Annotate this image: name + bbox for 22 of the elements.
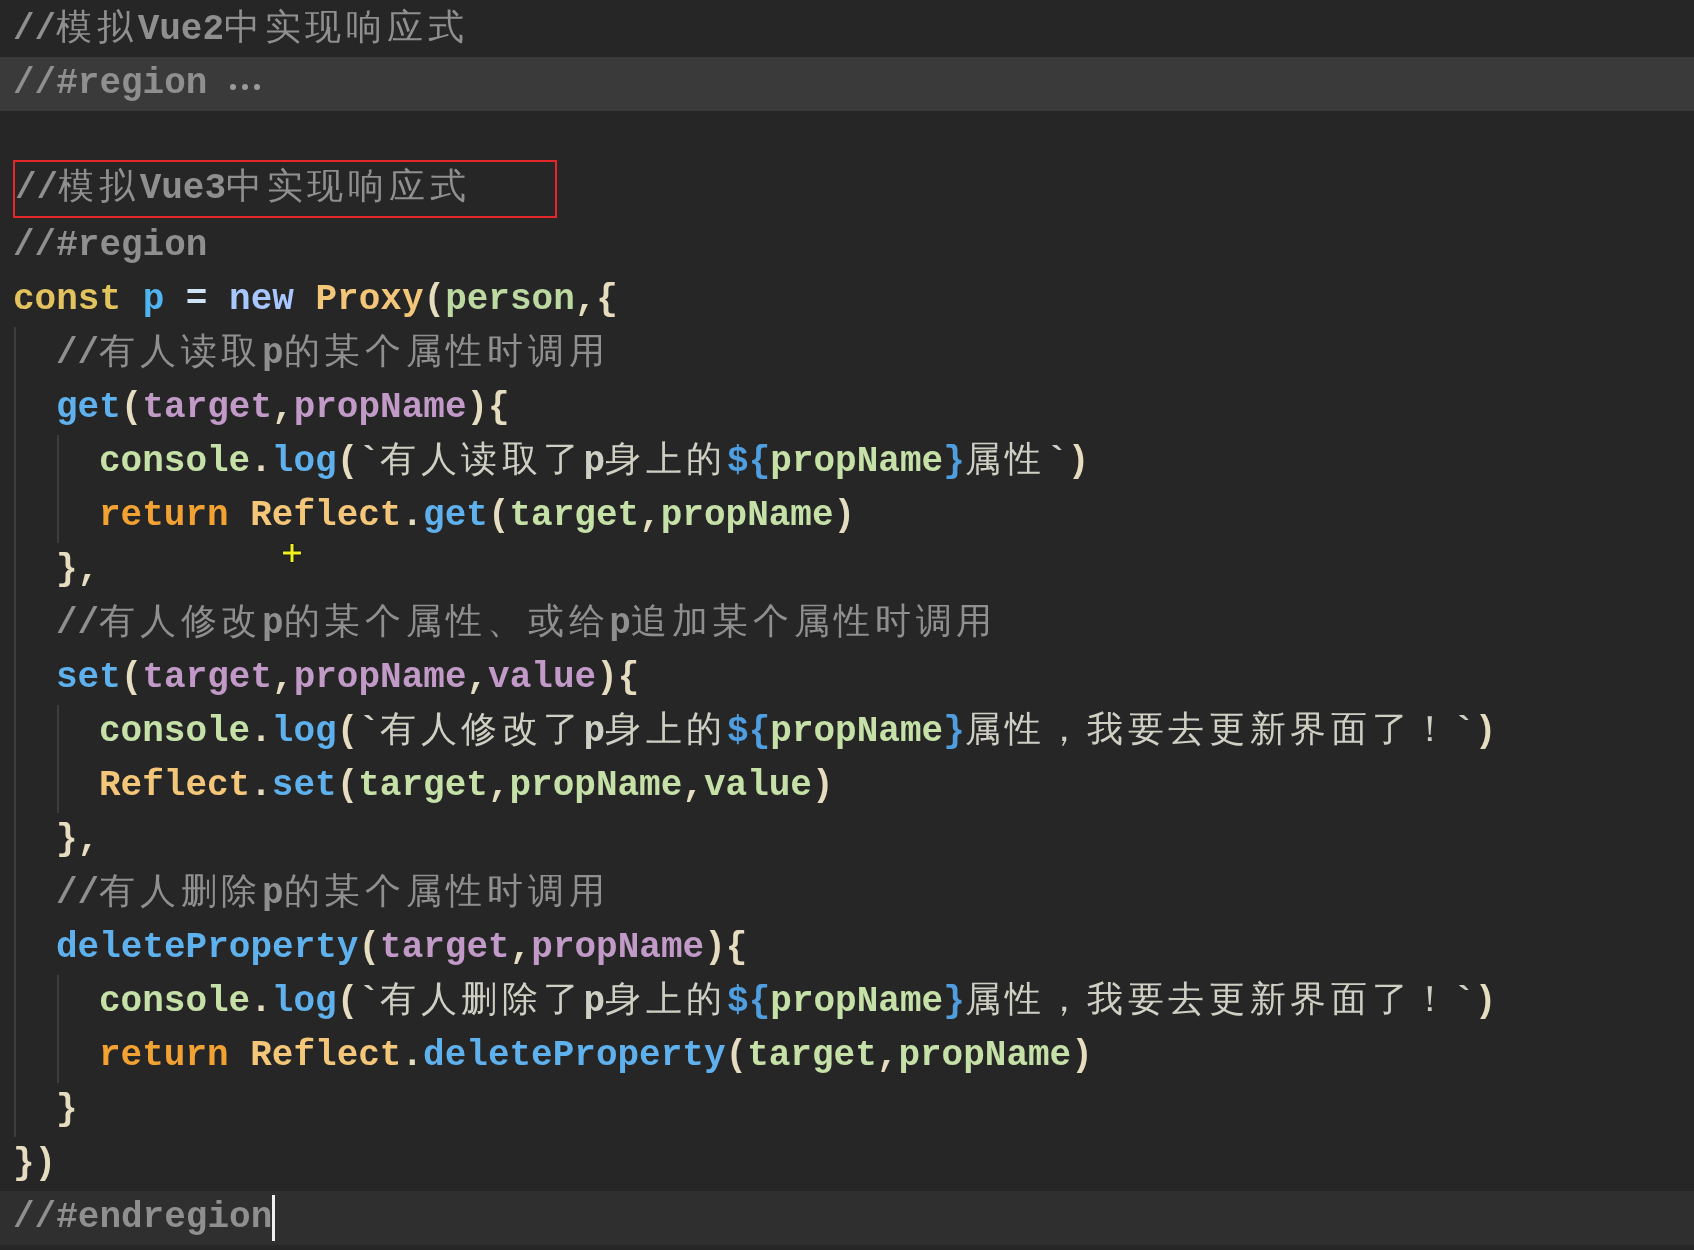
code-comment: //#endregion bbox=[13, 1196, 273, 1240]
code-line: return Reflect.deleteProperty(target,propName) bbox=[99, 1034, 1093, 1078]
code-line: Reflect.set(target,propName,value) bbox=[99, 764, 834, 808]
code-line: }) bbox=[13, 1142, 57, 1186]
code-comment: //有人修改p的某个属性、或给p追加某个属性时调用 bbox=[56, 602, 998, 646]
code-comment: //模拟Vue3中实现响应式 bbox=[15, 166, 471, 211]
code-line: get(target,propName){ bbox=[56, 386, 510, 430]
code-line: }, bbox=[56, 818, 100, 862]
crosshair-cursor-icon bbox=[280, 541, 304, 565]
ellipsis-icon[interactable] bbox=[229, 83, 262, 91]
code-line: deleteProperty(target,propName){ bbox=[56, 926, 748, 970]
code-comment: //模拟Vue2中实现响应式 bbox=[13, 7, 469, 52]
code-line: set(target,propName,value){ bbox=[56, 656, 640, 700]
code-comment: //#region bbox=[13, 224, 208, 268]
text-cursor-icon bbox=[272, 1195, 276, 1241]
code-comment: //有人读取p的某个属性时调用 bbox=[56, 332, 610, 376]
code-comment: //有人删除p的某个属性时调用 bbox=[56, 872, 610, 916]
code-line: const p = new Proxy(person,{ bbox=[13, 278, 618, 322]
code-comment: //#region bbox=[13, 62, 208, 106]
code-line: }, bbox=[56, 548, 100, 592]
code-line: } bbox=[56, 1088, 78, 1132]
code-line: return Reflect.get(target,propName) bbox=[99, 494, 856, 538]
